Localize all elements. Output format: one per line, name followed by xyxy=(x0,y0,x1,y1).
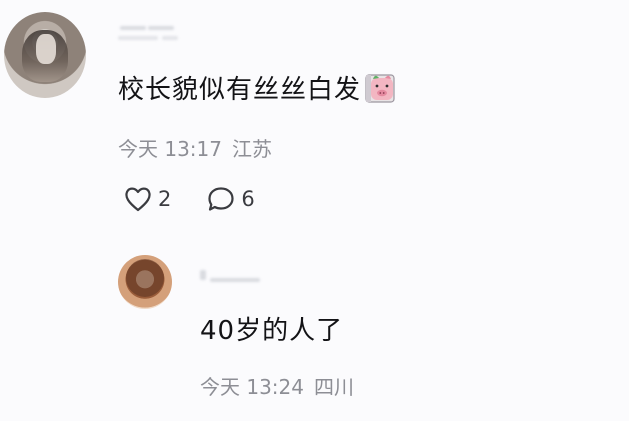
pig-face-emoji-icon xyxy=(365,72,397,104)
like-button[interactable]: 2 xyxy=(124,186,171,212)
username-blurred[interactable] xyxy=(118,22,180,44)
comment-bubble-icon xyxy=(208,187,234,211)
like-count: 2 xyxy=(158,187,172,211)
reply-content: 40岁的人了 xyxy=(200,316,344,346)
reply-time: 今天 13:24 xyxy=(200,375,304,399)
comment-actions: 2 6 xyxy=(124,186,291,212)
comment-location: 江苏 xyxy=(232,137,272,161)
avatar[interactable] xyxy=(4,12,86,98)
comment-time: 今天 13:17 xyxy=(118,137,222,161)
reply-count: 6 xyxy=(241,187,255,211)
reply-meta: 今天 13:24 四川 xyxy=(200,372,364,402)
comment-meta: 今天 13:17 江苏 xyxy=(118,134,282,164)
reply-button[interactable]: 6 xyxy=(207,186,255,212)
comment-content: 校长貌似有丝丝白发 xyxy=(118,72,397,108)
comment-text: 校长貌似有丝丝白发 xyxy=(118,75,362,105)
reply-avatar[interactable] xyxy=(118,255,172,309)
reply-username-blurred[interactable] xyxy=(200,266,262,288)
reply-location: 四川 xyxy=(314,375,354,399)
heart-icon xyxy=(125,187,151,212)
